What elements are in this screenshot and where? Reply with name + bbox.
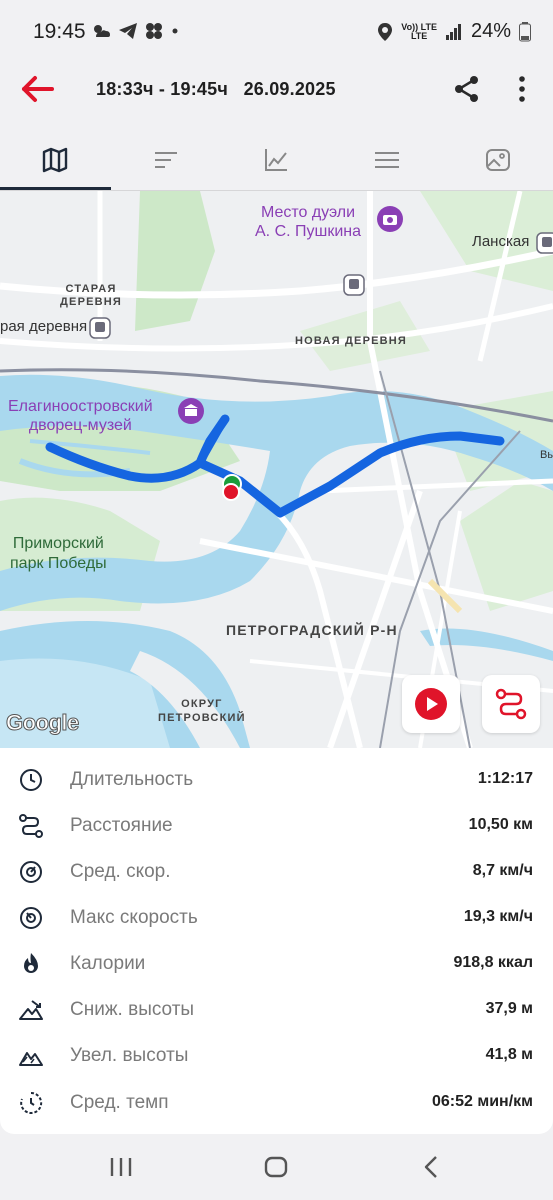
status-left-icons: [90, 22, 180, 40]
home-button[interactable]: [263, 1155, 289, 1179]
stat-value: 41,8 м: [485, 1046, 533, 1063]
list-sort-icon: [154, 152, 177, 168]
map-label-okrug: ОКРУГ ПЕТРОВСКИЙ: [158, 698, 246, 724]
calories-icon: [24, 953, 38, 973]
metro-station-icon[interactable]: [343, 274, 365, 296]
stat-row-max-speed: Макс скорость 19,3 км/ч: [0, 895, 553, 941]
more-vertical-icon: [519, 76, 525, 102]
menu-lines-icon: [375, 152, 400, 168]
stat-label: Сред. темп: [70, 1092, 169, 1113]
descent-icon: [19, 1000, 43, 1020]
share-icon: [455, 76, 478, 102]
map-label-staraya-station: рая деревня: [0, 318, 88, 335]
stat-label: Длительность: [70, 769, 194, 790]
rail-station-icon[interactable]: [89, 317, 111, 339]
signal-icon: [445, 23, 461, 40]
map-label-vy: Вы: [540, 449, 553, 461]
map-label-lanskaya: Ланская: [472, 233, 530, 250]
battery-icon: [519, 21, 531, 41]
tab-sort[interactable]: [111, 130, 222, 190]
tab-bar: [0, 130, 553, 190]
tab-photos[interactable]: [442, 130, 553, 190]
status-time: 19:45: [33, 20, 86, 43]
tab-map[interactable]: [0, 130, 111, 190]
play-route-button[interactable]: [402, 675, 460, 733]
map-label-duel-place: Место дуэли А. С. Пушкина: [255, 204, 362, 240]
recent-apps-button[interactable]: [108, 1156, 134, 1178]
app-cluster-icon: [146, 23, 162, 39]
status-right: Vo)) LTE LTE 24%: [377, 20, 531, 43]
map-base: [0, 191, 553, 748]
chart-icon: [265, 149, 288, 171]
stat-label: Сниж. высоты: [70, 999, 195, 1020]
route-icon: [495, 688, 527, 720]
map-label-novaya-derevnya: НОВАЯ ДЕРЕВНЯ: [295, 335, 408, 347]
pace-icon: [20, 1091, 43, 1114]
stat-row-ascent: Увел. высоты 41,8 м: [0, 1033, 553, 1079]
arrow-left-icon: [22, 76, 54, 102]
stat-value: 8,7 км/ч: [472, 862, 533, 879]
map-label-primorsky-park: Приморский парк Победы: [10, 535, 107, 572]
lte-bottom: LTE: [410, 30, 428, 41]
lanskaya-station-icon[interactable]: [536, 232, 553, 254]
stat-value: 37,9 м: [485, 1000, 533, 1017]
play-icon: [415, 688, 447, 720]
weather-icon: [94, 25, 110, 37]
photo-icon: [485, 149, 510, 171]
stat-label: Расстояние: [70, 815, 173, 836]
telegram-icon: [119, 23, 137, 39]
route-map[interactable]: Место дуэли А. С. Пушкина Ланская СТАРАЯ…: [0, 191, 553, 748]
dot-icon: [172, 28, 178, 34]
lte-indicator: Vo)) LTE LTE: [401, 22, 437, 41]
map-label-elagin-palace: Елагиноостровский дворец-музей: [8, 398, 153, 434]
stats-panel: Длительность 1:12:17 Расстояние 10,50 км…: [0, 748, 553, 1134]
share-button[interactable]: [452, 74, 482, 104]
back-button[interactable]: [20, 74, 56, 104]
stat-value: 1:12:17: [477, 770, 533, 787]
location-icon: [378, 22, 393, 41]
stat-value: 10,50 км: [468, 816, 533, 833]
battery-percent: 24%: [470, 20, 511, 42]
app-bar: 18:33ч - 19:45ч 26.09.2025: [0, 62, 553, 122]
route-toggle-button[interactable]: [482, 675, 540, 733]
stat-label: Калории: [70, 953, 146, 974]
page-title: 18:33ч - 19:45ч 26.09.2025: [96, 79, 336, 99]
more-options-button[interactable]: [510, 74, 534, 104]
clock-icon: [20, 769, 42, 791]
google-logo: Google: [6, 710, 80, 736]
stat-row-pace: Сред. темп 06:52 мин/км: [0, 1080, 553, 1126]
camera-poi-icon[interactable]: [376, 205, 404, 233]
map-icon: [43, 147, 68, 173]
stat-value: 06:52 мин/км: [432, 1093, 533, 1110]
stat-row-distance: Расстояние 10,50 км: [0, 803, 553, 849]
museum-poi-icon[interactable]: [177, 397, 205, 425]
ascent-icon: [19, 1052, 43, 1066]
status-bar: 19:45 Vo)) LTE LTE 24%: [0, 0, 553, 62]
stat-label: Макс скорость: [70, 907, 198, 928]
tab-chart[interactable]: [221, 130, 332, 190]
back-nav-button[interactable]: [420, 1155, 444, 1179]
stat-value: 19,3 км/ч: [463, 908, 533, 925]
route-icon: [19, 814, 43, 838]
stat-label: Увел. высоты: [70, 1045, 189, 1066]
stat-value: 918,8 ккал: [453, 954, 533, 971]
stat-label: Сред. скор.: [70, 861, 171, 882]
map-label-staraya-derevnya: СТАРАЯ ДЕРЕВНЯ: [60, 283, 123, 308]
stat-row-duration: Длительность 1:12:17: [0, 757, 553, 803]
map-label-petrogradsky: ПЕТРОГРАДСКИЙ Р-Н: [226, 622, 398, 638]
stat-row-descent: Сниж. высоты 37,9 м: [0, 987, 553, 1033]
max-speed-icon: [20, 907, 42, 929]
stat-row-calories: Калории 918,8 ккал: [0, 941, 553, 987]
speedometer-icon: [20, 861, 42, 883]
stat-row-avg-speed: Сред. скор. 8,7 км/ч: [0, 849, 553, 895]
system-nav-bar: [0, 1134, 553, 1200]
tab-details[interactable]: [332, 130, 443, 190]
